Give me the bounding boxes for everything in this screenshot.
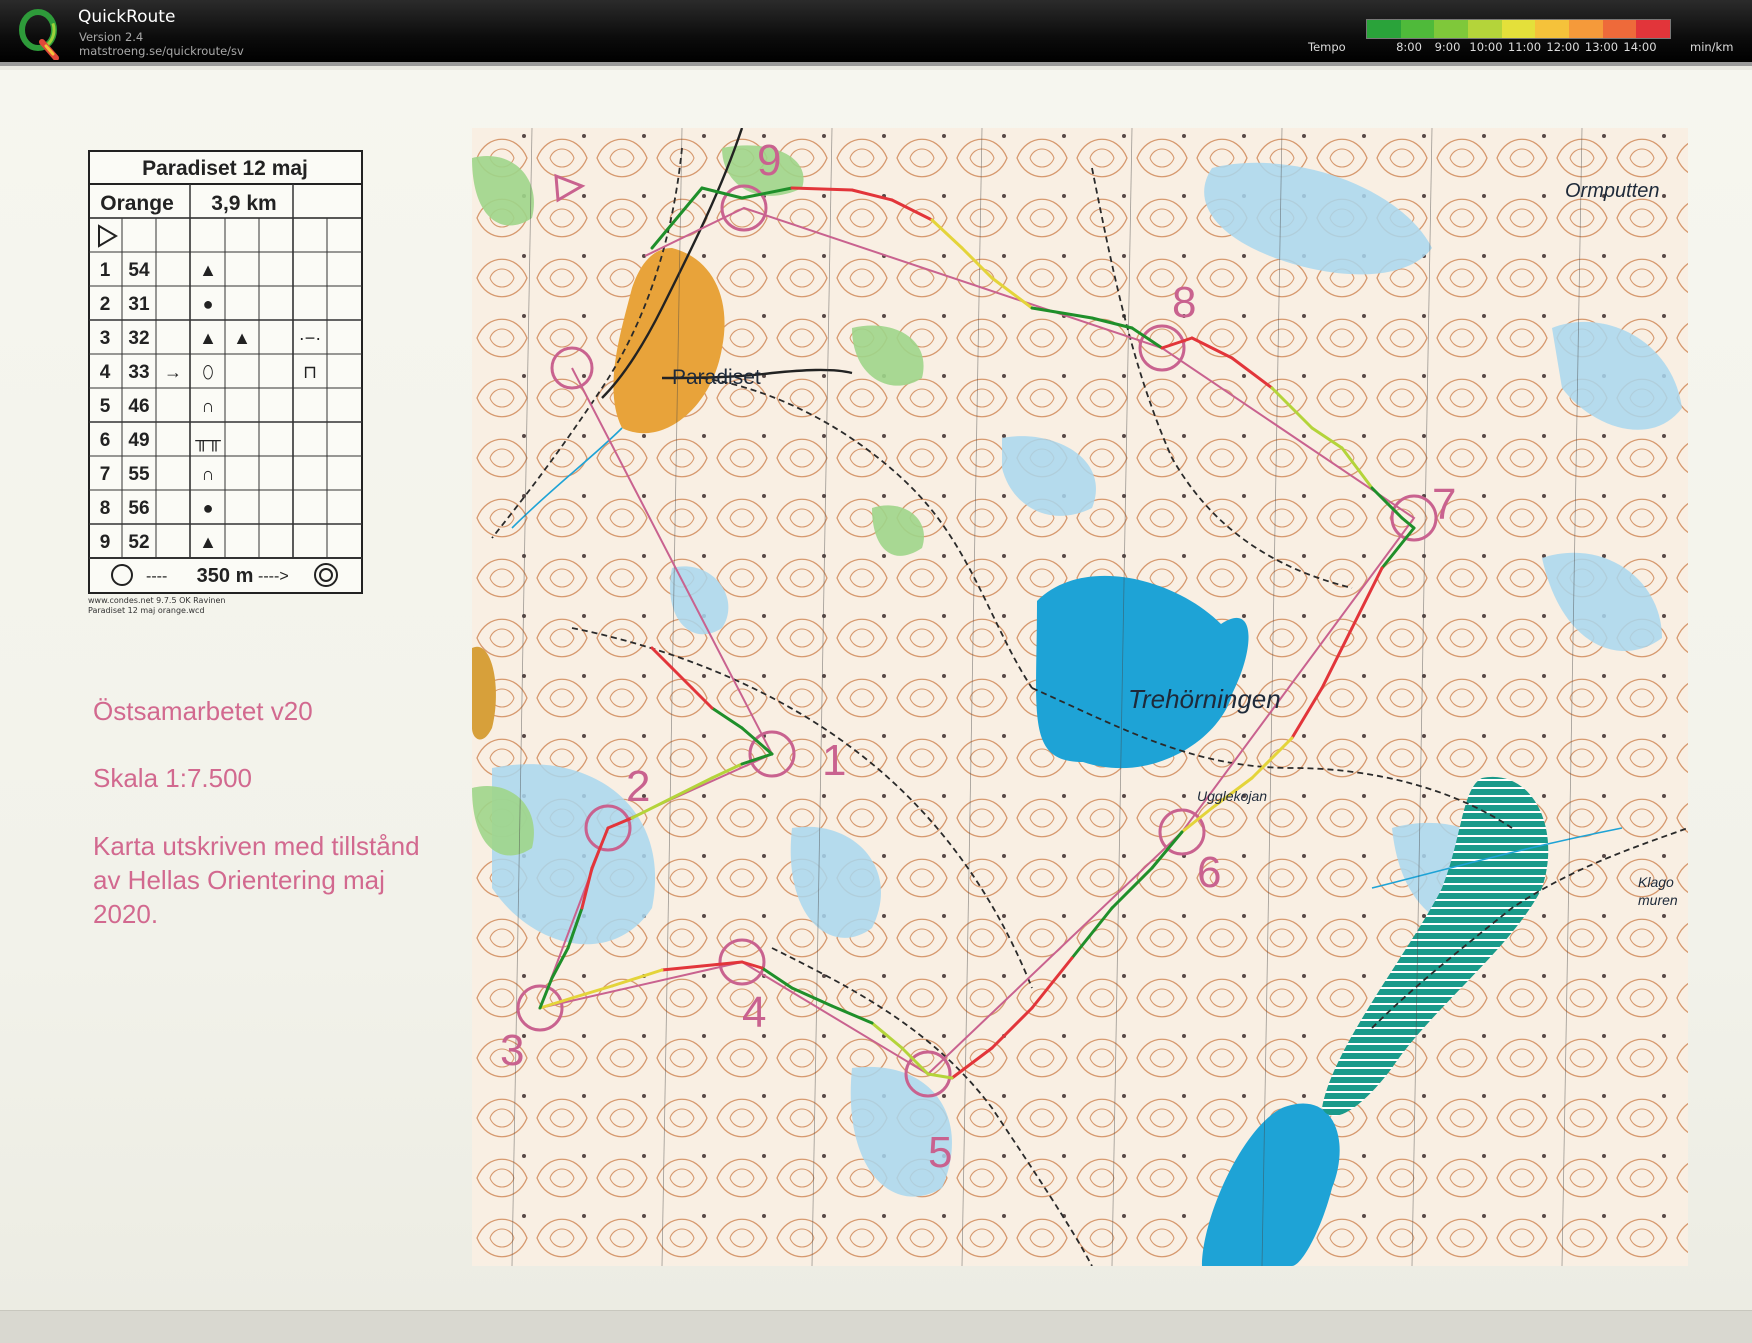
feature-symbol: ▲ <box>199 532 217 552</box>
control-number-label: 3 <box>500 1026 525 1075</box>
arrow-icon: → <box>164 362 182 382</box>
control-code: 54 <box>128 260 150 281</box>
finish-distance: 350 m <box>197 565 254 587</box>
legend-swatch <box>1636 20 1671 38</box>
control-description-card: Paradiset 12 maj Orange 3,9 km 1 54 ▲2 31 ●3… <box>88 150 363 594</box>
card-class: Orange <box>100 192 174 215</box>
control-number: 9 <box>100 532 111 553</box>
permission-line2: av Hellas Orientering maj <box>93 865 385 895</box>
control-code: 46 <box>128 396 149 417</box>
permission-line1: Karta utskriven med tillstånd <box>93 831 420 861</box>
control-number: 8 <box>100 498 111 519</box>
legend-tick-label: 10:00 <box>1469 40 1503 54</box>
feature-symbol: ● <box>203 498 214 518</box>
control-number-label: 2 <box>626 762 651 811</box>
card-length: 3,9 km <box>211 192 276 215</box>
control-code: 31 <box>128 294 150 315</box>
control-number: 3 <box>100 328 111 349</box>
quickroute-logo-icon <box>19 9 59 60</box>
orienteering-map[interactable]: Paradiset Ormputten Trehörningen Uggleko… <box>472 128 1688 1266</box>
card-title: Paradiset 12 maj <box>142 157 308 180</box>
feature-symbol: ∩ <box>202 464 215 484</box>
tempo-legend-bar <box>1366 19 1671 39</box>
legend-swatch <box>1569 20 1604 38</box>
control-number-label: 6 <box>1197 848 1222 897</box>
legend-swatch <box>1535 20 1570 38</box>
label-muren: muren <box>1638 892 1678 908</box>
control-number-label: 9 <box>757 136 782 185</box>
legend-tick-label: 9:00 <box>1434 40 1461 54</box>
control-number-label: 4 <box>742 988 767 1037</box>
legend-swatch <box>1367 20 1402 38</box>
app-version: Version 2.4 <box>79 30 144 44</box>
permission-line3: 2020. <box>93 899 159 929</box>
legend-tick-label: 13:00 <box>1584 40 1619 54</box>
legend-swatch <box>1602 20 1637 38</box>
legend-unit: min/km <box>1690 40 1734 54</box>
label-trehorningen: Trehörningen <box>1128 684 1281 714</box>
app-header: QuickRoute Version 2.4 matstroeng.se/qui… <box>0 0 1752 66</box>
control-number: 6 <box>100 430 111 451</box>
legend-label: Tempo <box>1308 40 1346 54</box>
app-title: QuickRoute <box>78 7 176 27</box>
app-url[interactable]: matstroeng.se/quickroute/sv <box>79 44 244 58</box>
control-number: 5 <box>100 396 111 417</box>
feature-symbol: ● <box>203 294 214 314</box>
legend-tick-label: 12:00 <box>1546 40 1580 54</box>
location-symbol: ·−· <box>299 328 322 348</box>
control-code: 52 <box>128 532 149 553</box>
control-number: 4 <box>100 362 111 383</box>
label-ormputten: Ormputten <box>1565 180 1660 202</box>
control-number: 2 <box>100 294 111 315</box>
control-number: 7 <box>100 464 111 485</box>
control-number-label: 5 <box>928 1128 953 1177</box>
control-code: 56 <box>128 498 149 519</box>
legend-tick-label: 14:00 <box>1623 40 1657 54</box>
legend-tick-label: 11:00 <box>1507 40 1542 54</box>
control-number-label: 8 <box>1172 278 1197 327</box>
legend-swatch <box>1434 20 1469 38</box>
feature-symbol: ⬯ <box>202 362 213 382</box>
finish-dash-left: ---- <box>146 568 167 585</box>
map-canvas[interactable] <box>472 128 1688 1266</box>
control-number-label: 1 <box>822 736 847 785</box>
card-footer-line1: www.condes.net 9.7.5 OK Ravinen <box>88 596 226 605</box>
control-code: 32 <box>128 328 149 349</box>
card-footer-line2: Paradiset 12 maj orange.wcd <box>88 606 205 615</box>
finish-dash-right: ----> <box>258 568 289 585</box>
legend-swatch <box>1501 20 1536 38</box>
control-code: 33 <box>128 362 149 383</box>
location-symbol: ⊓ <box>303 362 317 382</box>
feature-symbol: ▲ <box>199 328 217 348</box>
paper-edge <box>0 1310 1752 1343</box>
feature-symbol: ▲ <box>199 260 217 280</box>
control-number-label: 7 <box>1432 480 1457 529</box>
control-code: 49 <box>128 430 149 451</box>
label-paradiset: Paradiset <box>672 366 761 389</box>
legend-swatch <box>1468 20 1503 38</box>
feature-symbol: ▲ <box>233 328 251 348</box>
feature-symbol: ╥╥ <box>194 430 221 452</box>
card-footer: www.condes.net 9.7.5 OK Ravinen Paradise… <box>88 596 225 616</box>
feature-symbol: ∩ <box>202 396 215 416</box>
event-name: Östsamarbetet v20 <box>93 696 313 726</box>
label-ugglekojan: Ugglekojan <box>1197 788 1268 804</box>
map-scale: Skala 1:7.500 <box>93 763 253 793</box>
label-klago: Klago <box>1638 874 1674 890</box>
legend-tick-label: 8:00 <box>1396 40 1422 54</box>
legend-swatch <box>1400 20 1435 38</box>
control-code: 55 <box>128 464 150 485</box>
control-number: 1 <box>100 260 111 281</box>
route-segment <box>790 186 854 192</box>
